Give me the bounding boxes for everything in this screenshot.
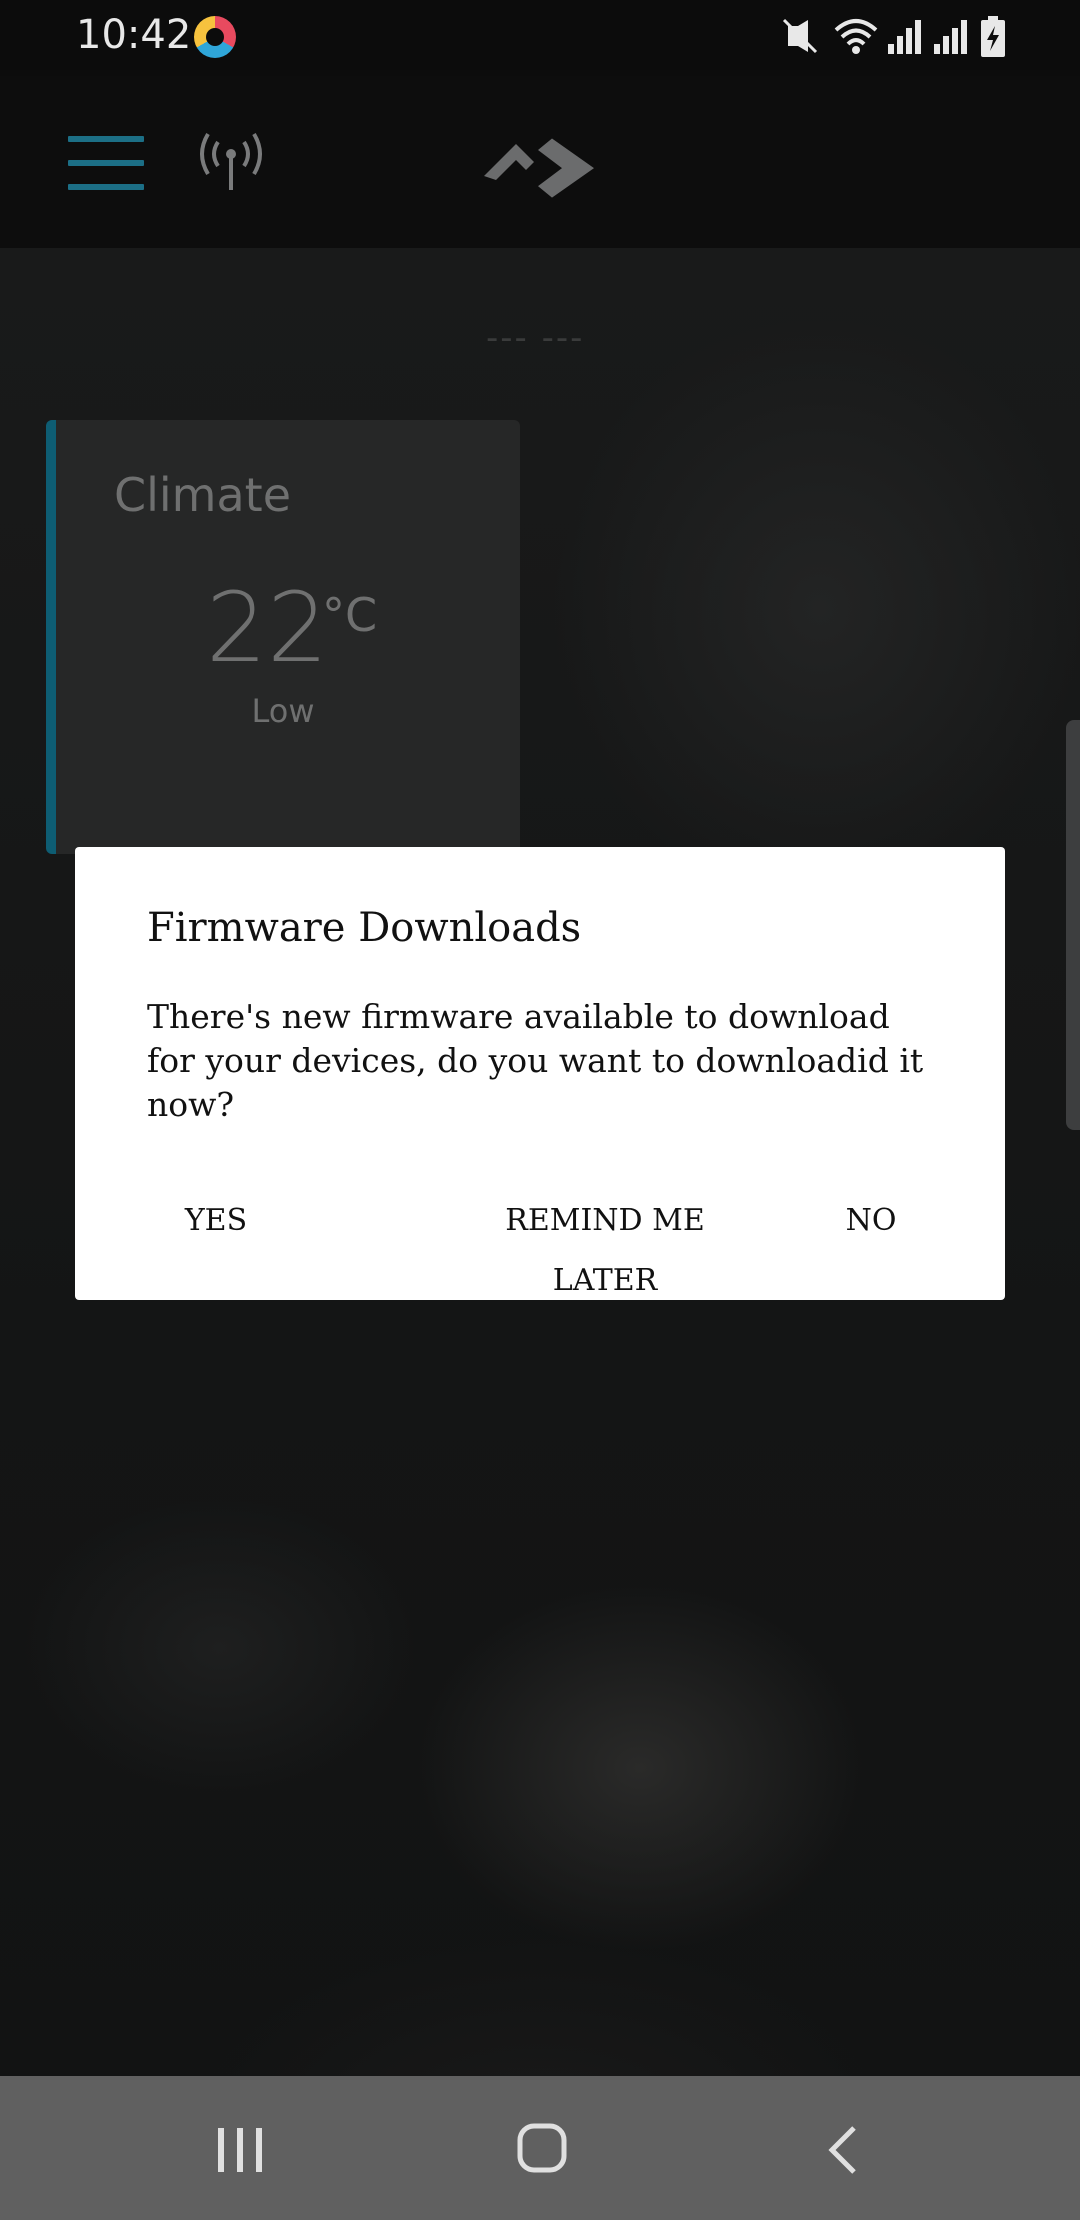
back-icon[interactable] [824, 2124, 864, 2176]
yes-button[interactable]: YES [171, 1191, 261, 1251]
climate-card[interactable]: Climate 22 °C Low [46, 420, 520, 854]
remind-me-later-button[interactable]: REMIND ME LATER [455, 1191, 755, 1298]
battery-charging-icon [981, 16, 1005, 57]
home-icon[interactable] [516, 2122, 568, 2174]
climate-mode: Low [251, 692, 315, 730]
signal-icon [934, 20, 967, 54]
dialog-message: There's new firmware available to downlo… [147, 997, 924, 1124]
climate-title: Climate [114, 468, 292, 522]
climate-temperature: 22 [206, 572, 329, 684]
dialog-title: Firmware Downloads [147, 905, 582, 951]
firmware-dialog: Firmware Downloads There's new firmware … [75, 847, 1005, 1300]
status-clock: 10:42 [76, 12, 192, 58]
wifi-icon [834, 19, 878, 54]
placeholder-title: --- --- [486, 318, 585, 358]
navigation-bar [0, 2076, 1080, 2220]
recents-icon[interactable] [216, 2126, 264, 2174]
brand-logo-icon [484, 138, 594, 198]
antenna-icon[interactable] [196, 132, 266, 192]
climate-unit: °C [322, 588, 378, 642]
menu-icon[interactable] [68, 136, 144, 190]
status-bar: 10:42 [0, 0, 1080, 76]
app-toolbar [0, 76, 1080, 248]
mute-vibrate-icon [782, 18, 818, 54]
screen: 10:42 --- --- Climate 22 °C Low Firmware… [0, 0, 1080, 2220]
no-button[interactable]: NO [841, 1191, 901, 1251]
signal-icon [888, 20, 921, 54]
app-notification-icon [194, 16, 236, 58]
edge-panel-handle[interactable] [1066, 720, 1080, 1130]
